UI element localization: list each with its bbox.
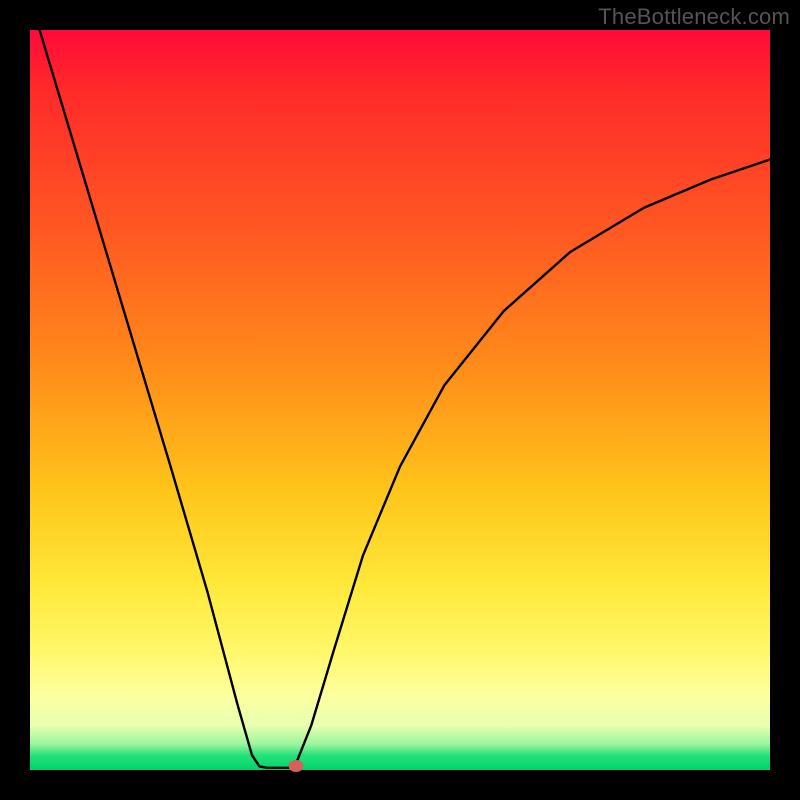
curve-path <box>40 30 770 768</box>
chart-frame: TheBottleneck.com <box>0 0 800 800</box>
bottleneck-curve <box>30 30 770 770</box>
optimum-marker <box>289 760 304 772</box>
watermark-text: TheBottleneck.com <box>598 4 790 30</box>
plot-area <box>30 30 770 770</box>
